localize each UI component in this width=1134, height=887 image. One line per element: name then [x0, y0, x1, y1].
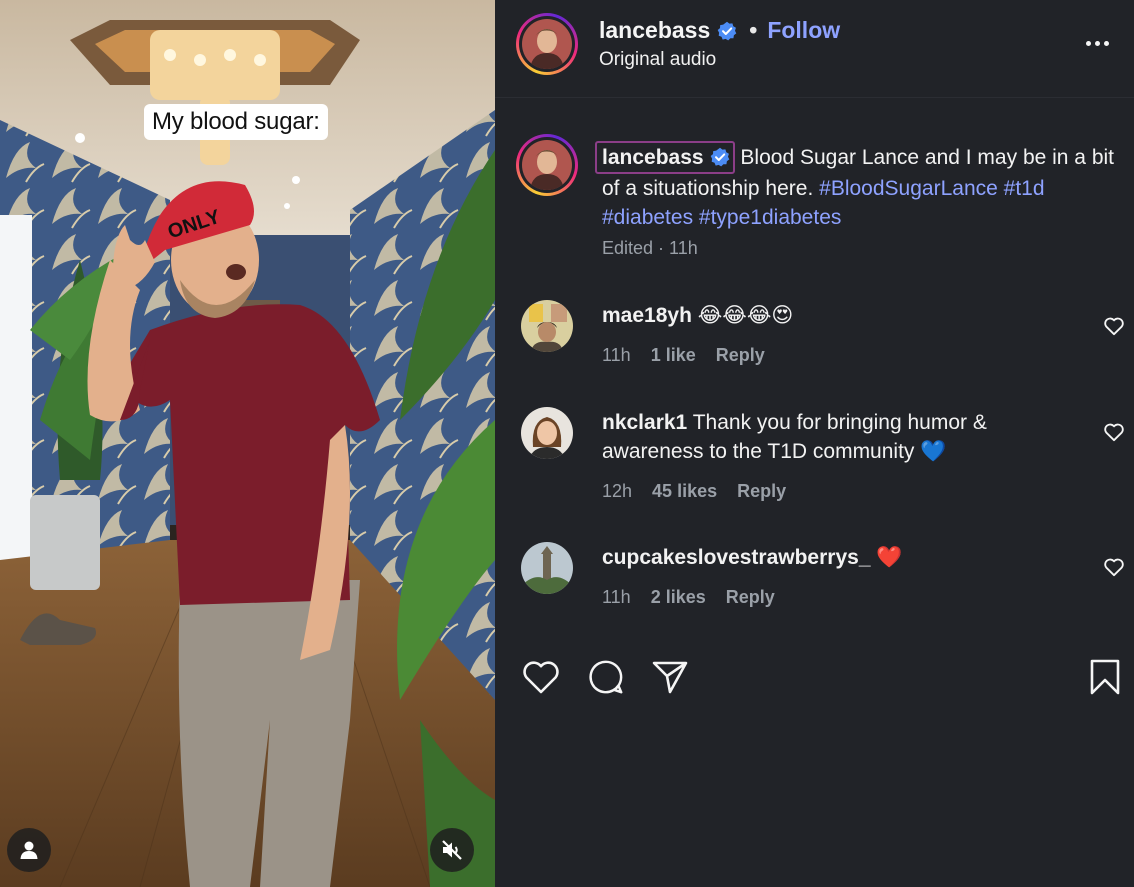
- caption-text: lancebass Blood Sugar Lance and I may be…: [595, 141, 1122, 232]
- video-overlay-text: My blood sugar:: [144, 104, 328, 140]
- avatar-image: [521, 407, 573, 459]
- caption-timestamp: Edited · 11h: [602, 238, 698, 258]
- caption-username[interactable]: lancebass: [602, 146, 704, 169]
- comment-username[interactable]: mae18yh: [602, 304, 692, 327]
- video-player[interactable]: ONLY My blood sugar:: [0, 0, 495, 887]
- commenter-avatar[interactable]: [521, 407, 573, 459]
- caption-author-avatar[interactable]: [516, 134, 578, 196]
- heart-icon[interactable]: [521, 658, 561, 696]
- follow-button[interactable]: Follow: [767, 17, 840, 44]
- post-viewer: ONLY My blood sugar: lancebass • Follow …: [0, 0, 1134, 887]
- commenter-avatar[interactable]: [521, 300, 573, 352]
- avatar-image: [521, 542, 573, 594]
- more-options-icon[interactable]: [1086, 41, 1109, 46]
- reply-button[interactable]: Reply: [726, 587, 775, 608]
- hashtag-link[interactable]: #type1diabetes: [699, 206, 841, 229]
- verified-badge-icon: [717, 21, 737, 40]
- comment-like-icon[interactable]: [1103, 557, 1125, 577]
- comment-likes[interactable]: 1 like: [651, 345, 696, 366]
- comment-like-icon[interactable]: [1103, 422, 1125, 442]
- avatar-image: [521, 300, 573, 352]
- hashtag-link[interactable]: #t1d: [1004, 177, 1045, 200]
- comment-time: 11h: [602, 587, 631, 607]
- bookmark-icon[interactable]: [1088, 658, 1122, 696]
- comment-meta: 12h 45 likes Reply: [602, 481, 786, 502]
- caption-username-highlight[interactable]: lancebass: [595, 141, 735, 174]
- comment-time: 12h: [602, 481, 633, 501]
- tagged-users-button[interactable]: [7, 828, 51, 872]
- comment-body: 😂😂😂😍: [697, 304, 794, 327]
- avatar-image: [522, 19, 572, 69]
- header-divider: [495, 97, 1134, 98]
- comment-username[interactable]: nkclark1: [602, 411, 687, 434]
- comment-text: cupcakeslovestrawberrys_ ❤️: [602, 543, 1062, 572]
- verified-badge-icon: [710, 147, 729, 167]
- audio-link[interactable]: Original audio: [599, 49, 716, 71]
- author-avatar[interactable]: [516, 13, 578, 75]
- comment-body: ❤️: [876, 546, 903, 569]
- hashtag-link[interactable]: #BloodSugarLance: [819, 177, 998, 200]
- author-username[interactable]: lancebass: [599, 17, 710, 44]
- reply-button[interactable]: Reply: [716, 345, 765, 366]
- post-action-bar: [495, 655, 1134, 705]
- hashtag-link[interactable]: #diabetes: [602, 206, 693, 229]
- comment-like-icon[interactable]: [1103, 316, 1125, 336]
- comment-meta: 11h 2 likes Reply: [602, 587, 775, 608]
- comment-text: nkclark1 Thank you for bringing humor & …: [602, 408, 1062, 466]
- comment-username[interactable]: cupcakeslovestrawberrys_: [602, 546, 871, 569]
- person-icon: [20, 841, 38, 859]
- commenter-avatar[interactable]: [521, 542, 573, 594]
- separator-dot: •: [749, 17, 758, 43]
- mute-toggle-button[interactable]: [430, 828, 474, 872]
- comment-time: 11h: [602, 345, 631, 365]
- avatar-image: [522, 140, 572, 190]
- post-header: lancebass • Follow Original audio: [495, 0, 1134, 96]
- comment-likes[interactable]: 2 likes: [651, 587, 706, 608]
- reply-button[interactable]: Reply: [737, 481, 786, 502]
- comment-text: mae18yh 😂😂😂😍: [602, 301, 1062, 330]
- comment-meta: 11h 1 like Reply: [602, 345, 765, 366]
- author-line: lancebass • Follow: [599, 17, 840, 44]
- comment-icon[interactable]: [586, 658, 626, 698]
- post-details-panel: lancebass • Follow Original audio lanceb…: [495, 0, 1134, 887]
- comment-likes[interactable]: 45 likes: [652, 481, 717, 502]
- speaker-muted-icon: [442, 840, 462, 860]
- share-icon[interactable]: [650, 658, 690, 696]
